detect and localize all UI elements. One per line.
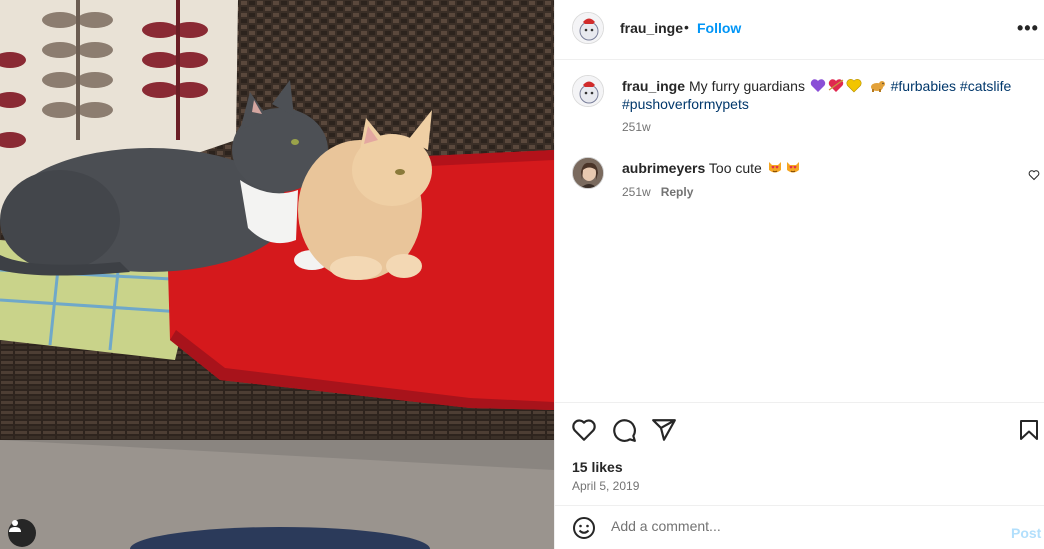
post-header: frau_inge • Follow ••• (555, 0, 1044, 60)
author-avatar-image (573, 13, 603, 43)
post-actions: 15 likes April 5, 2019 (555, 402, 1044, 504)
smiling-cat-heart-eyes-icon (768, 162, 781, 173)
caption-body: My furry guardians (689, 78, 805, 94)
bookmark-icon[interactable] (1017, 417, 1041, 443)
post-caption: frau_inge My furry guardians #furbabies #… (622, 77, 1027, 113)
more-horizontal-icon[interactable]: ••• (1017, 18, 1039, 39)
commenter-avatar[interactable] (572, 157, 604, 189)
comment-like-heart-icon[interactable] (1028, 169, 1040, 181)
share-icon[interactable] (651, 417, 677, 443)
commenter-avatar-image (573, 158, 603, 188)
comment-text: Too cute (708, 160, 762, 176)
author-username[interactable]: frau_inge (620, 20, 683, 36)
smiling-cat-heart-eyes-icon (786, 162, 799, 173)
hashtag-link[interactable]: #furbabies (891, 78, 956, 94)
caption-username[interactable]: frau_inge (622, 78, 685, 94)
comments-list: frau_inge My furry guardians #furbabies #… (555, 61, 1044, 401)
user-icon (9, 520, 21, 532)
tagged-users-button[interactable] (8, 519, 36, 547)
separator-dot: • (684, 19, 689, 35)
follow-button[interactable]: Follow (697, 20, 741, 36)
comment-timestamp[interactable]: 251w (622, 185, 651, 199)
commenter-username[interactable]: aubrimeyers (622, 160, 705, 176)
author-avatar[interactable] (572, 12, 604, 44)
comment-body: aubrimeyers Too cute (622, 159, 802, 177)
caption-avatar-image (573, 76, 603, 106)
purple-heart-icon (810, 79, 826, 92)
caption-author-avatar[interactable] (572, 75, 604, 107)
heart-with-arrow-icon (828, 79, 844, 92)
comment-input[interactable] (611, 514, 991, 538)
hashtag-link[interactable]: #catslife (960, 78, 1011, 94)
post-photo[interactable] (0, 0, 554, 549)
post-comment-button[interactable]: Post (1011, 525, 1041, 541)
post-date[interactable]: April 5, 2019 (572, 479, 639, 493)
cats-on-bench-image (0, 0, 554, 549)
likes-count[interactable]: 15 likes (572, 459, 623, 475)
caption-timestamp[interactable]: 251w (622, 120, 651, 134)
heart-icon[interactable] (571, 417, 597, 443)
post-sidebar: frau_inge • Follow ••• frau_inge My furry… (554, 0, 1044, 549)
hashtag-link[interactable]: #pushoverformypets (622, 96, 749, 112)
yellow-heart-icon (846, 79, 862, 93)
emoji-picker-icon[interactable] (572, 516, 596, 540)
comment-icon[interactable] (611, 417, 637, 443)
comment-composer: Post (555, 505, 1044, 549)
dog-icon (870, 81, 885, 92)
reply-button[interactable]: Reply (661, 185, 694, 199)
comment-meta: 251w Reply (622, 185, 693, 199)
